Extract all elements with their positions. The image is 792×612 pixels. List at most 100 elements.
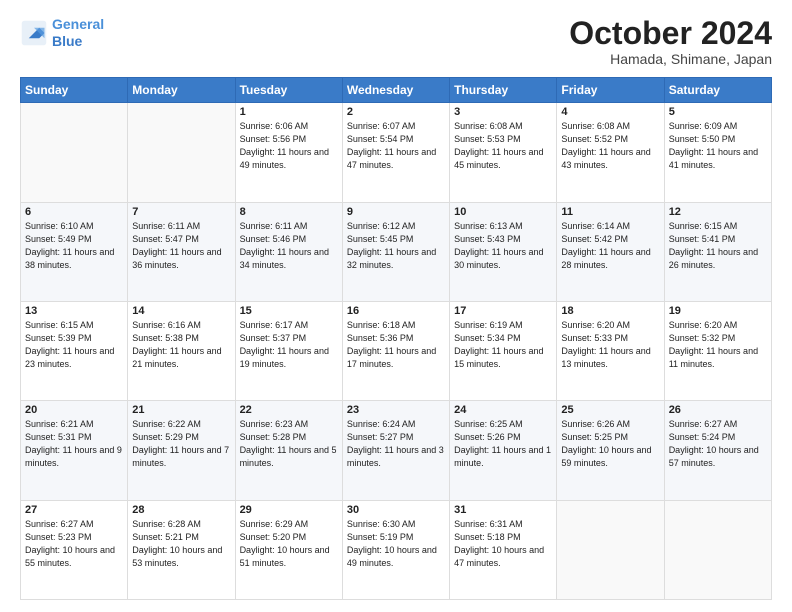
calendar-cell: 19 Sunrise: 6:20 AM Sunset: 5:32 PM Dayli…: [664, 301, 771, 400]
day-info: Sunrise: 6:11 AM Sunset: 5:46 PM Dayligh…: [240, 220, 338, 272]
day-number: 3: [454, 106, 552, 118]
day-number: 6: [25, 206, 123, 218]
day-info: Sunrise: 6:19 AM Sunset: 5:34 PM Dayligh…: [454, 319, 552, 371]
day-number: 23: [347, 404, 445, 416]
calendar-cell: [21, 103, 128, 202]
header: General Blue October 2024 Hamada, Shiman…: [20, 16, 772, 67]
calendar-cell: 16Sunrise: 6:18 AM Sunset: 5:36 PM Dayli…: [342, 301, 449, 400]
day-info: Sunrise: 6:26 AM Sunset: 5:25 PM Dayligh…: [561, 418, 659, 470]
day-number: 12: [669, 206, 767, 218]
day-info: Sunrise: 6:30 AM Sunset: 5:19 PM Dayligh…: [347, 518, 445, 570]
calendar-cell: 11 Sunrise: 6:14 AM Sunset: 5:42 PM Dayli…: [557, 202, 664, 301]
day-number: 10: [454, 206, 552, 218]
calendar-cell: [557, 500, 664, 599]
day-info: Sunrise: 6:10 AM Sunset: 5:49 PM Dayligh…: [25, 220, 123, 272]
calendar-cell: 1Sunrise: 6:06 AM Sunset: 5:56 PM Daylig…: [235, 103, 342, 202]
day-info: Sunrise: 6:22 AM Sunset: 5:29 PM Dayligh…: [132, 418, 230, 470]
day-info: Sunrise: 6:09 AM Sunset: 5:50 PM Dayligh…: [669, 120, 767, 172]
day-info: Sunrise: 6:25 AM Sunset: 5:26 PM Dayligh…: [454, 418, 552, 470]
week-row-5: 27 Sunrise: 6:27 AM Sunset: 5:23 PM Dayli…: [21, 500, 772, 599]
day-number: 30: [347, 504, 445, 516]
day-info: Sunrise: 6:15 AM Sunset: 5:39 PM Dayligh…: [25, 319, 123, 371]
day-number: 2: [347, 106, 445, 118]
week-row-2: 6 Sunrise: 6:10 AM Sunset: 5:49 PM Daylig…: [21, 202, 772, 301]
calendar-cell: [128, 103, 235, 202]
day-number: 9: [347, 206, 445, 218]
day-info: Sunrise: 6:17 AM Sunset: 5:37 PM Dayligh…: [240, 319, 338, 371]
page: General Blue October 2024 Hamada, Shiman…: [0, 0, 792, 612]
day-info: Sunrise: 6:28 AM Sunset: 5:21 PM Dayligh…: [132, 518, 230, 570]
title-block: October 2024 Hamada, Shimane, Japan: [569, 16, 772, 67]
day-info: Sunrise: 6:20 AM Sunset: 5:32 PM Dayligh…: [669, 319, 767, 371]
day-number: 14: [132, 305, 230, 317]
day-info: Sunrise: 6:12 AM Sunset: 5:45 PM Dayligh…: [347, 220, 445, 272]
day-info: Sunrise: 6:08 AM Sunset: 5:52 PM Dayligh…: [561, 120, 659, 172]
day-number: 19: [669, 305, 767, 317]
calendar-cell: 3 Sunrise: 6:08 AM Sunset: 5:53 PM Daylig…: [450, 103, 557, 202]
calendar-cell: 23 Sunrise: 6:24 AM Sunset: 5:27 PM Dayli…: [342, 401, 449, 500]
day-info: Sunrise: 6:13 AM Sunset: 5:43 PM Dayligh…: [454, 220, 552, 272]
week-row-1: 1Sunrise: 6:06 AM Sunset: 5:56 PM Daylig…: [21, 103, 772, 202]
day-info: Sunrise: 6:23 AM Sunset: 5:28 PM Dayligh…: [240, 418, 338, 470]
calendar-table: SundayMondayTuesdayWednesdayThursdayFrid…: [20, 77, 772, 600]
day-info: Sunrise: 6:21 AM Sunset: 5:31 PM Dayligh…: [25, 418, 123, 470]
calendar-cell: 25 Sunrise: 6:26 AM Sunset: 5:25 PM Dayli…: [557, 401, 664, 500]
day-info: Sunrise: 6:14 AM Sunset: 5:42 PM Dayligh…: [561, 220, 659, 272]
month-title: October 2024: [569, 16, 772, 51]
logo: General Blue: [20, 16, 104, 50]
day-number: 21: [132, 404, 230, 416]
day-info: Sunrise: 6:11 AM Sunset: 5:47 PM Dayligh…: [132, 220, 230, 272]
day-info: Sunrise: 6:08 AM Sunset: 5:53 PM Dayligh…: [454, 120, 552, 172]
day-info: Sunrise: 6:27 AM Sunset: 5:24 PM Dayligh…: [669, 418, 767, 470]
day-info: Sunrise: 6:20 AM Sunset: 5:33 PM Dayligh…: [561, 319, 659, 371]
day-info: Sunrise: 6:27 AM Sunset: 5:23 PM Dayligh…: [25, 518, 123, 570]
day-number: 17: [454, 305, 552, 317]
day-number: 5: [669, 106, 767, 118]
day-info: Sunrise: 6:16 AM Sunset: 5:38 PM Dayligh…: [132, 319, 230, 371]
day-number: 11: [561, 206, 659, 218]
weekday-header-wednesday: Wednesday: [342, 78, 449, 103]
logo-icon: [20, 19, 48, 47]
weekday-header-thursday: Thursday: [450, 78, 557, 103]
calendar-cell: 20 Sunrise: 6:21 AM Sunset: 5:31 PM Dayli…: [21, 401, 128, 500]
day-number: 29: [240, 504, 338, 516]
calendar-cell: 29 Sunrise: 6:29 AM Sunset: 5:20 PM Dayli…: [235, 500, 342, 599]
day-number: 8: [240, 206, 338, 218]
day-info: Sunrise: 6:24 AM Sunset: 5:27 PM Dayligh…: [347, 418, 445, 470]
day-number: 27: [25, 504, 123, 516]
calendar-cell: 13 Sunrise: 6:15 AM Sunset: 5:39 PM Dayli…: [21, 301, 128, 400]
day-number: 31: [454, 504, 552, 516]
calendar-cell: 17 Sunrise: 6:19 AM Sunset: 5:34 PM Dayli…: [450, 301, 557, 400]
logo-text: General Blue: [52, 16, 104, 50]
calendar-cell: 31 Sunrise: 6:31 AM Sunset: 5:18 PM Dayli…: [450, 500, 557, 599]
calendar-cell: 30 Sunrise: 6:30 AM Sunset: 5:19 PM Dayli…: [342, 500, 449, 599]
calendar-cell: 4Sunrise: 6:08 AM Sunset: 5:52 PM Daylig…: [557, 103, 664, 202]
day-info: Sunrise: 6:29 AM Sunset: 5:20 PM Dayligh…: [240, 518, 338, 570]
week-row-4: 20 Sunrise: 6:21 AM Sunset: 5:31 PM Dayli…: [21, 401, 772, 500]
header-row: SundayMondayTuesdayWednesdayThursdayFrid…: [21, 78, 772, 103]
day-info: Sunrise: 6:06 AM Sunset: 5:56 PM Dayligh…: [240, 120, 338, 172]
day-number: 24: [454, 404, 552, 416]
calendar-cell: 26Sunrise: 6:27 AM Sunset: 5:24 PM Dayli…: [664, 401, 771, 500]
calendar-cell: 22Sunrise: 6:23 AM Sunset: 5:28 PM Dayli…: [235, 401, 342, 500]
calendar-cell: 12Sunrise: 6:15 AM Sunset: 5:41 PM Dayli…: [664, 202, 771, 301]
weekday-header-saturday: Saturday: [664, 78, 771, 103]
day-number: 20: [25, 404, 123, 416]
calendar-cell: 15 Sunrise: 6:17 AM Sunset: 5:37 PM Dayli…: [235, 301, 342, 400]
calendar-cell: 10 Sunrise: 6:13 AM Sunset: 5:43 PM Dayli…: [450, 202, 557, 301]
calendar-cell: 7 Sunrise: 6:11 AM Sunset: 5:47 PM Daylig…: [128, 202, 235, 301]
day-number: 7: [132, 206, 230, 218]
day-info: Sunrise: 6:31 AM Sunset: 5:18 PM Dayligh…: [454, 518, 552, 570]
day-number: 13: [25, 305, 123, 317]
calendar-cell: [664, 500, 771, 599]
calendar-cell: 27 Sunrise: 6:27 AM Sunset: 5:23 PM Dayli…: [21, 500, 128, 599]
calendar-cell: 9 Sunrise: 6:12 AM Sunset: 5:45 PM Daylig…: [342, 202, 449, 301]
calendar-cell: 21 Sunrise: 6:22 AM Sunset: 5:29 PM Dayli…: [128, 401, 235, 500]
calendar-cell: 6 Sunrise: 6:10 AM Sunset: 5:49 PM Daylig…: [21, 202, 128, 301]
calendar-cell: 5 Sunrise: 6:09 AM Sunset: 5:50 PM Daylig…: [664, 103, 771, 202]
day-number: 28: [132, 504, 230, 516]
day-number: 25: [561, 404, 659, 416]
day-info: Sunrise: 6:18 AM Sunset: 5:36 PM Dayligh…: [347, 319, 445, 371]
day-number: 15: [240, 305, 338, 317]
day-info: Sunrise: 6:07 AM Sunset: 5:54 PM Dayligh…: [347, 120, 445, 172]
